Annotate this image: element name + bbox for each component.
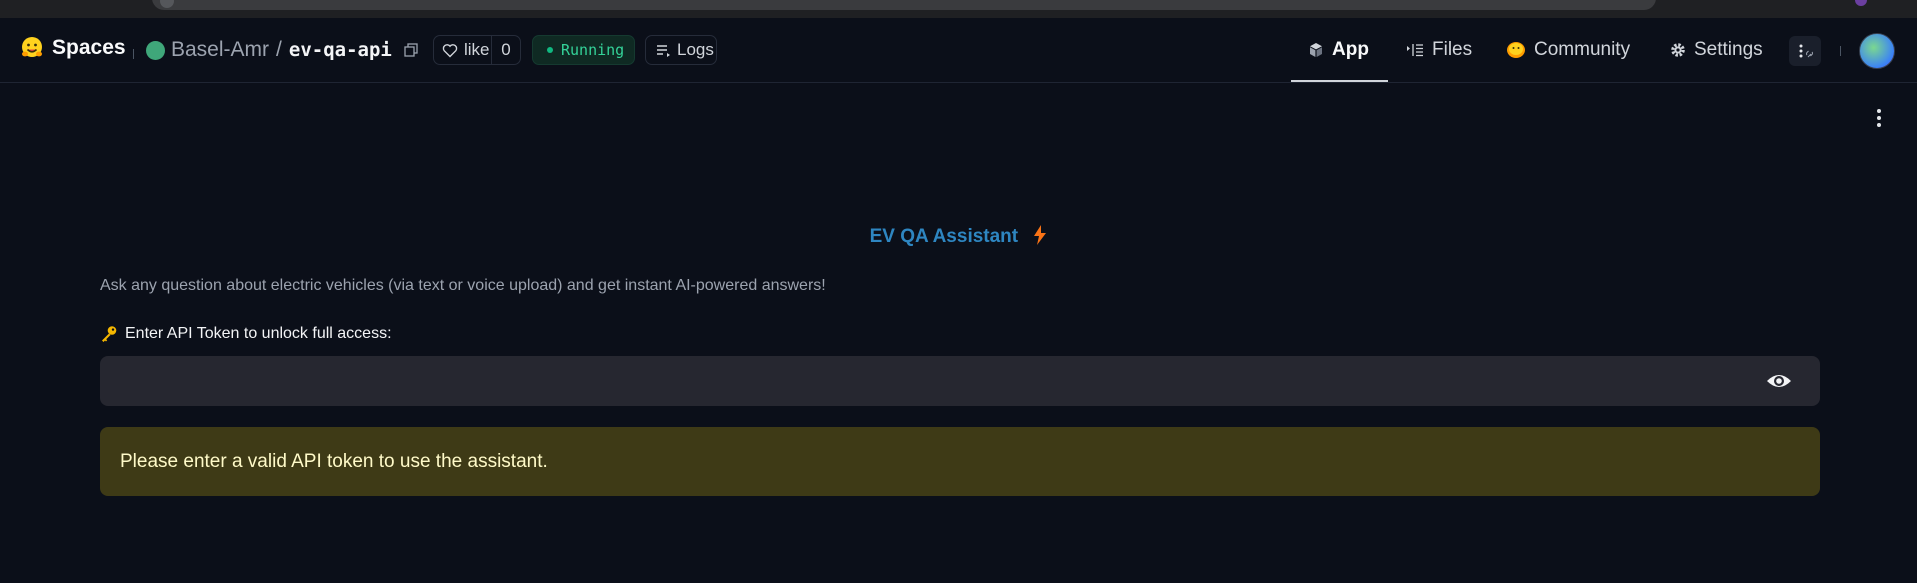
- logs-icon: [657, 44, 670, 57]
- copy-icon[interactable]: [404, 43, 418, 57]
- gear-icon: [1671, 43, 1685, 57]
- token-warning-text: Please enter a valid API token to use th…: [120, 450, 548, 472]
- cube-icon: [1310, 43, 1322, 57]
- huggingface-icon: [22, 37, 42, 57]
- key-icon: [102, 326, 117, 342]
- status-label: Running: [561, 41, 625, 59]
- tab-community[interactable]: Community: [1506, 18, 1630, 82]
- tab-files[interactable]: Files: [1406, 18, 1472, 82]
- browser-top-strip: [0, 0, 1917, 18]
- browser-icon: [160, 0, 174, 8]
- repo-name-link[interactable]: ev-qa-api: [289, 39, 392, 61]
- api-token-input[interactable]: [100, 356, 1820, 406]
- spaces-brand-link[interactable]: Spaces: [20, 36, 126, 60]
- tab-settings[interactable]: Settings: [1670, 18, 1763, 82]
- logs-label: Logs: [677, 40, 714, 59]
- community-icon: [1507, 42, 1525, 58]
- space-header: Spaces Basel-Amr / ev-qa-api like 0 Runn…: [0, 18, 1917, 83]
- user-avatar[interactable]: [1859, 33, 1895, 69]
- header-divider: [133, 49, 134, 59]
- header-divider-right: [1840, 46, 1841, 56]
- tab-app[interactable]: App: [1308, 18, 1369, 82]
- like-count[interactable]: 0: [491, 36, 520, 64]
- like-label: like: [464, 40, 490, 59]
- app-title-text: EV QA Assistant: [869, 226, 1019, 247]
- owner-avatar[interactable]: [146, 40, 165, 60]
- app-main: EV QA Assistant Ask any question about e…: [0, 83, 1917, 583]
- token-warning-alert: Please enter a valid API token to use th…: [100, 427, 1820, 496]
- logs-button[interactable]: Logs: [645, 35, 717, 65]
- heart-icon: [442, 43, 458, 57]
- app-subtitle: Ask any question about electric vehicles…: [100, 277, 826, 294]
- tab-community-label: Community: [1534, 39, 1631, 60]
- tab-app-label: App: [1332, 39, 1369, 60]
- lightning-icon: [1034, 225, 1047, 245]
- status-dot-icon: [547, 47, 553, 53]
- like-button[interactable]: like 0: [433, 35, 521, 65]
- files-icon: [1407, 44, 1423, 57]
- tab-settings-label: Settings: [1694, 39, 1763, 60]
- repo-breadcrumb: Basel-Amr / ev-qa-api: [146, 38, 418, 62]
- app-title: EV QA Assistant: [0, 225, 1917, 248]
- eye-icon[interactable]: [1766, 370, 1792, 392]
- browser-profile-icon[interactable]: [1855, 0, 1867, 6]
- repo-owner-link[interactable]: Basel-Amr: [171, 38, 269, 62]
- active-tab-indicator: [1291, 80, 1388, 82]
- token-label-text: Enter API Token to unlock full access:: [125, 325, 392, 342]
- repo-separator: /: [276, 38, 282, 61]
- spaces-label: Spaces: [52, 36, 126, 59]
- token-field-label: Enter API Token to unlock full access:: [100, 325, 392, 343]
- more-vertical-icon: [1799, 44, 1813, 58]
- space-status-badge[interactable]: Running: [532, 35, 635, 65]
- browser-address-bar[interactable]: [152, 0, 1656, 10]
- more-options-button[interactable]: [1789, 36, 1821, 66]
- tab-files-label: Files: [1432, 39, 1473, 60]
